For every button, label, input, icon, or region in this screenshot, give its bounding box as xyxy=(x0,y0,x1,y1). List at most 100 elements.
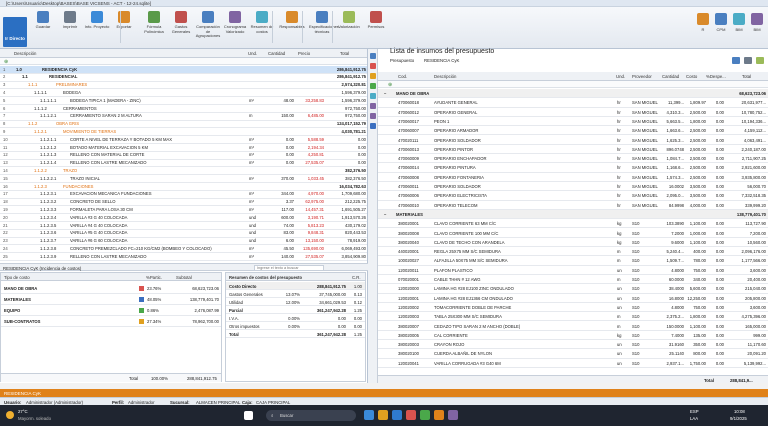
ribbon-button-3[interactable]: Exportar xyxy=(111,9,137,45)
insumo-row[interactable]: 380020005 CAL CORRIENTE kg S10 7.4000 135.00 0… xyxy=(378,331,768,341)
insumo-row[interactable]: 120020011 PLAFON PLASTICO un S10 4.8000 750.0… xyxy=(378,266,768,275)
export-list-icon[interactable] xyxy=(756,57,764,64)
edit-icon[interactable] xyxy=(370,73,376,79)
ribbon-button-1[interactable]: Imprimir xyxy=(57,9,83,45)
col-cod[interactable]: Cod. xyxy=(398,74,407,79)
insumo-row[interactable]: 470060010 OPERARIO TELECOM hr SAN MIGUEL 84.… xyxy=(378,201,768,210)
budget-row[interactable]: 23 1.1.2.3.7 VARILLA #6 G 60 COLOCADA und 6.… xyxy=(0,238,367,246)
insumo-row[interactable]: 380020003 CRAYON ROJO un S10 31.9160 350.00 0.… xyxy=(378,340,768,350)
cost-type-row[interactable]: SUB-CONTRATOS 27.34% 78,962,700.00 xyxy=(1,316,221,327)
right-ribbon-button-3[interactable]: BIM xyxy=(748,13,766,32)
col-cantidad[interactable]: Cantidad xyxy=(268,51,285,56)
col-desperdicio[interactable]: %Despe... xyxy=(706,74,726,79)
ribbon-button-12[interactable]: Permisos xyxy=(363,9,389,45)
budget-row[interactable]: 12 1.1.2.1.3 RELLENO CON MATERIAL DE CORTE… xyxy=(0,152,367,160)
budget-row[interactable]: 5 1.1.1.1.1 BODEGA TIPICA 1 (MADERA - ZINC… xyxy=(0,97,367,105)
clock-time[interactable]: 10:08 xyxy=(734,409,745,414)
right-ribbon-button-1[interactable]: CPM xyxy=(712,13,730,32)
insumo-row[interactable]: 470060017 PEON 1 hr SAN MIGUEL 5,663.5... 1,8… xyxy=(378,117,768,127)
col-particip[interactable]: %Partic. xyxy=(146,275,162,280)
budget-row[interactable]: 9 1.1.2.1 MOVIMIENTO DE TIERRAS 4,030,781.2… xyxy=(0,128,367,137)
col-tipo-costo[interactable]: Tipo de costo xyxy=(4,275,30,280)
budget-row[interactable]: 6 1.1.1.2 CERRAMIENTOS 972,750.00 xyxy=(0,105,367,113)
insumo-row[interactable]: 120020001 LAMINA HG #28 EJ1366 CM ONDULAD… xyxy=(378,294,768,303)
insumos-group-row[interactable]: − MANO DE OBRA 68,623,723.06 xyxy=(378,89,768,99)
budget-row[interactable]: 2 1.1 RESIDENCIAL 286,841,912.75 xyxy=(0,74,367,82)
cost-type-row[interactable]: MANO DE OBRA 23.76% 68,623,723.06 xyxy=(1,283,221,294)
summary-row[interactable]: I.V.A. 0.00% 0.00 0.00 xyxy=(226,314,365,322)
col-und[interactable]: Und. xyxy=(248,51,257,56)
insumo-row[interactable]: 470060006 OPERARIO ELECTRICISTA hr SAN MIGU… xyxy=(378,191,768,201)
insumo-row[interactable]: 380020100 CUERDA ALBAÑIL DE NYLON un S10 25.… xyxy=(378,349,768,359)
file-explorer-icon[interactable] xyxy=(378,410,388,420)
budget-row[interactable]: 14 1.1.2.2 TRAZO 382,376.50 xyxy=(0,167,367,176)
insumo-row[interactable]: 470060012 OPERARIO GENERAL hr SAN MIGUEL 4,3… xyxy=(378,108,768,117)
ribbon-button-11[interactable]: Valorización xyxy=(336,9,362,45)
copy-icon[interactable] xyxy=(370,83,376,89)
col-precio[interactable]: Precio xyxy=(298,51,310,56)
insumo-row[interactable]: 380020008 CLAVO CORRIENTE 100 MM C/C kg S10… xyxy=(378,229,768,238)
budget-row[interactable]: 15 1.1.2.2.1 TRAZO INICIAL m² 370.00 1,033.45… xyxy=(0,175,367,183)
insumo-row[interactable]: 470060013 OPERARIO PINTOR hr SAN MIGUEL 896.… xyxy=(378,145,768,155)
group-collapse-icon[interactable]: − xyxy=(384,212,386,217)
summary-row[interactable]: Parcial 361,247,942.28 1.25 xyxy=(226,306,365,314)
lang-indicator[interactable]: ESP xyxy=(690,409,699,414)
ribbon-button-5[interactable]: Gastos Generales xyxy=(168,9,194,45)
app-icon-active[interactable] xyxy=(434,410,444,420)
taskview-icon[interactable] xyxy=(364,410,374,420)
col-total2[interactable]: Total xyxy=(742,74,751,79)
col-desc[interactable]: Descripción xyxy=(434,74,456,79)
cost-type-row[interactable]: MATERIALES 48.05% 138,779,401.70 xyxy=(1,294,221,305)
document-tab[interactable]: RESIDENCIA CyK xyxy=(4,391,41,396)
budget-row[interactable]: 8 1.1.2 OBRA GRIS 124,017,152.79 xyxy=(0,121,367,129)
move-down-icon[interactable] xyxy=(370,113,376,119)
summary-row[interactable]: Gastos Generales 13.07% 37,745,000.00 0.13 xyxy=(226,290,365,298)
ribbon-button-0[interactable]: Guardar xyxy=(30,9,56,45)
cost-type-row[interactable]: EQUIPO 0.86% 2,476,087.99 xyxy=(1,305,221,316)
budget-row[interactable]: 3 1.1.1 PRELIMINARES 2,574,320.81 xyxy=(0,82,367,90)
insumo-row[interactable]: 380020001 CLAVO CORRIENTE 63 MM C/C kg S10 1… xyxy=(378,219,768,229)
budget-row[interactable]: 16 1.1.2.3 FUNDACIONES 16,034,782.63 xyxy=(0,183,367,191)
start-menu-icon[interactable] xyxy=(244,411,253,420)
col-und2[interactable]: Und. xyxy=(616,74,625,79)
refresh-icon[interactable] xyxy=(732,57,740,64)
view-icon[interactable] xyxy=(370,123,376,129)
col-total[interactable]: Total xyxy=(340,51,349,56)
summary-row[interactable]: Utilidad 12.00% 34,661,029.53 0.12 xyxy=(226,298,365,306)
insumo-row[interactable]: 470060018 AYUDANTE GENERAL hr SAN MIGUEL 11,… xyxy=(378,98,768,108)
insumo-row[interactable]: 100020027 ALFAJILLA 50X75 MM S/C SEMIDURA… xyxy=(378,256,768,266)
insumo-row[interactable]: 380020007 CEDAZO TIPO SARAN 2 M ANCHO (DO… xyxy=(378,322,768,331)
insumo-row[interactable]: 470060011 OPERARIO SOLDADOR hr SAN MIGUEL 16… xyxy=(378,182,768,192)
app-icon-3[interactable] xyxy=(448,410,458,420)
summary-row[interactable]: Total 361,247,942.28 1.25 xyxy=(226,330,365,338)
budget-row[interactable]: 25 1.1.2.3.9 RELLENO CON LASTRE MECANIZADO… xyxy=(0,253,367,261)
col-costo[interactable]: Costo xyxy=(686,74,697,79)
move-up-icon[interactable] xyxy=(370,103,376,109)
insumo-row[interactable]: 120020041 VARILLA CORRUGADA #3 G40 6M un S1… xyxy=(378,359,768,368)
budget-filter-row[interactable]: ⊕ xyxy=(0,58,367,65)
print-list-icon[interactable] xyxy=(744,57,752,64)
insumo-row[interactable]: 120020003 TABLA 25X300 MM S/C SEMIDURA m S1… xyxy=(378,312,768,322)
ribbon-button-2[interactable]: Info. Proyecto xyxy=(84,9,110,45)
insumo-row[interactable]: 380020040 CLAVO DE TECHO CON ARANDELA kg S1… xyxy=(378,238,768,248)
insumo-row[interactable]: 440020001 REGLA 25X75 MM S/C SEMIDURA m S10… xyxy=(378,247,768,257)
budget-row[interactable]: 1 1.0 RESIDENCIA CyK 286,841,912.75 xyxy=(0,66,367,74)
budget-row[interactable]: 11 1.1.2.1.2 BOTADO MATERIAL EXCAVACION 5 … xyxy=(0,144,367,152)
group-collapse-icon[interactable]: − xyxy=(384,91,386,96)
insumo-row[interactable]: 120020002 TOMACORRIENTE DOBLE DE PARCHE un… xyxy=(378,303,768,313)
insumo-row[interactable]: 470060014 OPERARIO PINTURA hr SAN MIGUEL 1,1… xyxy=(378,163,768,173)
budget-row[interactable]: 19 1.1.2.3.3 FORMALETA PARA LOSA 30 CM m² 11… xyxy=(0,206,367,215)
summary-row[interactable]: Costo Directo 288,841,912.75 1.00 xyxy=(226,282,365,290)
budget-row[interactable]: 24 1.1.2.3.8 CONCRETO PREMEZCLADO FC=210 K… xyxy=(0,245,367,254)
delete-icon[interactable] xyxy=(370,63,376,69)
ribbon-button-7[interactable]: Cronograma Valorizado xyxy=(222,9,248,45)
summary-row[interactable]: Otros impuestos 0.00% 0.00 0.00 xyxy=(226,322,365,330)
budget-row[interactable]: 22 1.1.2.3.6 VARILLA #5 G 40 COLOCADA und 83… xyxy=(0,230,367,238)
col-subtotal[interactable]: Subtotal xyxy=(176,275,192,280)
insumo-row[interactable]: 470060009 OPERARIO ENCHAPADOR hr SAN MIGUEL… xyxy=(378,154,768,164)
new-item-icon[interactable] xyxy=(370,53,376,59)
budget-row[interactable]: 17 1.1.2.3.1 EXCAVACION MECANICA FUNDACION… xyxy=(0,191,367,199)
right-ribbon-button-2[interactable]: BIM xyxy=(730,13,748,32)
ribbon-button-4[interactable]: Fórmula Polinómica xyxy=(141,9,167,45)
col-cantidad2[interactable]: Cantidad xyxy=(662,74,679,79)
